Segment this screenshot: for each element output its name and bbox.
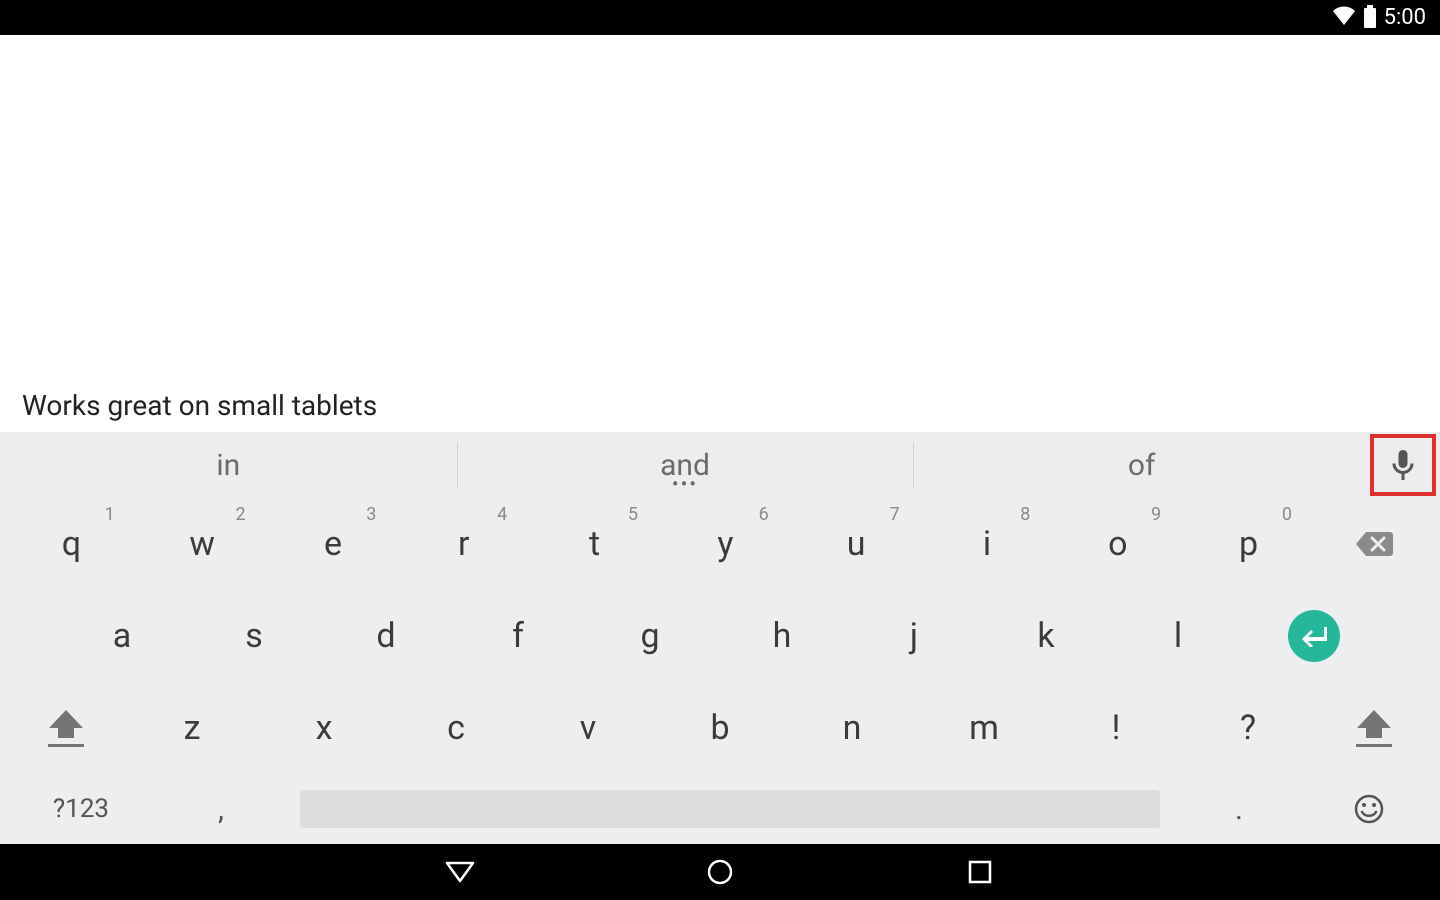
nav-back-icon [445, 861, 475, 883]
suggestion-2[interactable]: and ••• [457, 432, 914, 498]
microphone-icon [1392, 450, 1414, 480]
key-a[interactable]: a [56, 590, 188, 682]
key-j[interactable]: j [848, 590, 980, 682]
key-period[interactable]: . [1174, 792, 1304, 827]
shift-icon [1357, 710, 1391, 738]
shift-key-left[interactable] [6, 682, 126, 774]
voice-input-button[interactable] [1370, 434, 1436, 496]
key-g[interactable]: g [584, 590, 716, 682]
keyboard-row-2: a s d f g h j k l [6, 590, 1434, 682]
key-s[interactable]: s [188, 590, 320, 682]
key-x[interactable]: x [258, 682, 390, 774]
more-suggestions-icon[interactable]: ••• [672, 472, 698, 496]
key-n[interactable]: n [786, 682, 918, 774]
enter-icon [1288, 610, 1340, 662]
key-v[interactable]: v [522, 682, 654, 774]
keyboard-row-3: z x c v b n m ! ? [6, 682, 1434, 774]
status-bar: 5:00 [0, 0, 1440, 35]
key-h[interactable]: h [716, 590, 848, 682]
text-input-region[interactable]: Works great on small tablets [0, 35, 1440, 432]
key-o[interactable]: o9 [1052, 498, 1183, 590]
key-c[interactable]: c [390, 682, 522, 774]
key-m[interactable]: m [918, 682, 1050, 774]
status-time: 5:00 [1384, 5, 1426, 30]
suggestion-3[interactable]: of [913, 432, 1370, 498]
key-e[interactable]: e3 [268, 498, 399, 590]
backspace-key[interactable] [1314, 498, 1434, 590]
suggestion-1[interactable]: in [0, 432, 457, 498]
key-y[interactable]: y6 [660, 498, 791, 590]
enter-key[interactable] [1244, 590, 1384, 682]
key-k[interactable]: k [980, 590, 1112, 682]
key-exclamation[interactable]: ! [1050, 682, 1182, 774]
navigation-bar [0, 844, 1440, 900]
nav-home-icon [706, 858, 734, 886]
nav-back-button[interactable] [440, 852, 480, 892]
key-q[interactable]: q1 [6, 498, 137, 590]
key-t[interactable]: t5 [529, 498, 660, 590]
backspace-icon [1354, 530, 1394, 558]
key-r[interactable]: r4 [398, 498, 529, 590]
nav-recents-icon [967, 859, 993, 885]
key-b[interactable]: b [654, 682, 786, 774]
key-w[interactable]: w2 [137, 498, 268, 590]
symbols-key[interactable]: ?123 [6, 794, 156, 824]
key-z[interactable]: z [126, 682, 258, 774]
shift-icon [49, 710, 83, 738]
typed-text: Works great on small tablets [22, 389, 377, 422]
nav-recents-button[interactable] [960, 852, 1000, 892]
battery-icon [1364, 8, 1376, 28]
key-p[interactable]: p0 [1183, 498, 1314, 590]
key-comma[interactable]: , [156, 792, 286, 827]
key-d[interactable]: d [320, 590, 452, 682]
wifi-icon [1332, 5, 1356, 31]
emoji-key[interactable] [1304, 793, 1434, 825]
on-screen-keyboard: q1 w2 e3 r4 t5 y6 u7 i8 o9 p0 a [0, 498, 1440, 844]
key-u[interactable]: u7 [791, 498, 922, 590]
suggestion-strip: in and ••• of [0, 432, 1440, 498]
space-key[interactable] [286, 790, 1174, 828]
key-f[interactable]: f [452, 590, 584, 682]
app-content-area: Works great on small tablets in and ••• … [0, 35, 1440, 844]
shift-key-right[interactable] [1314, 682, 1434, 774]
keyboard-row-4: ?123 , . [6, 774, 1434, 844]
key-l[interactable]: l [1112, 590, 1244, 682]
keyboard-row-1: q1 w2 e3 r4 t5 y6 u7 i8 o9 p0 [6, 498, 1434, 590]
key-question[interactable]: ? [1182, 682, 1314, 774]
key-i[interactable]: i8 [922, 498, 1053, 590]
emoji-icon [1353, 793, 1385, 825]
nav-home-button[interactable] [700, 852, 740, 892]
space-bar [300, 790, 1160, 828]
